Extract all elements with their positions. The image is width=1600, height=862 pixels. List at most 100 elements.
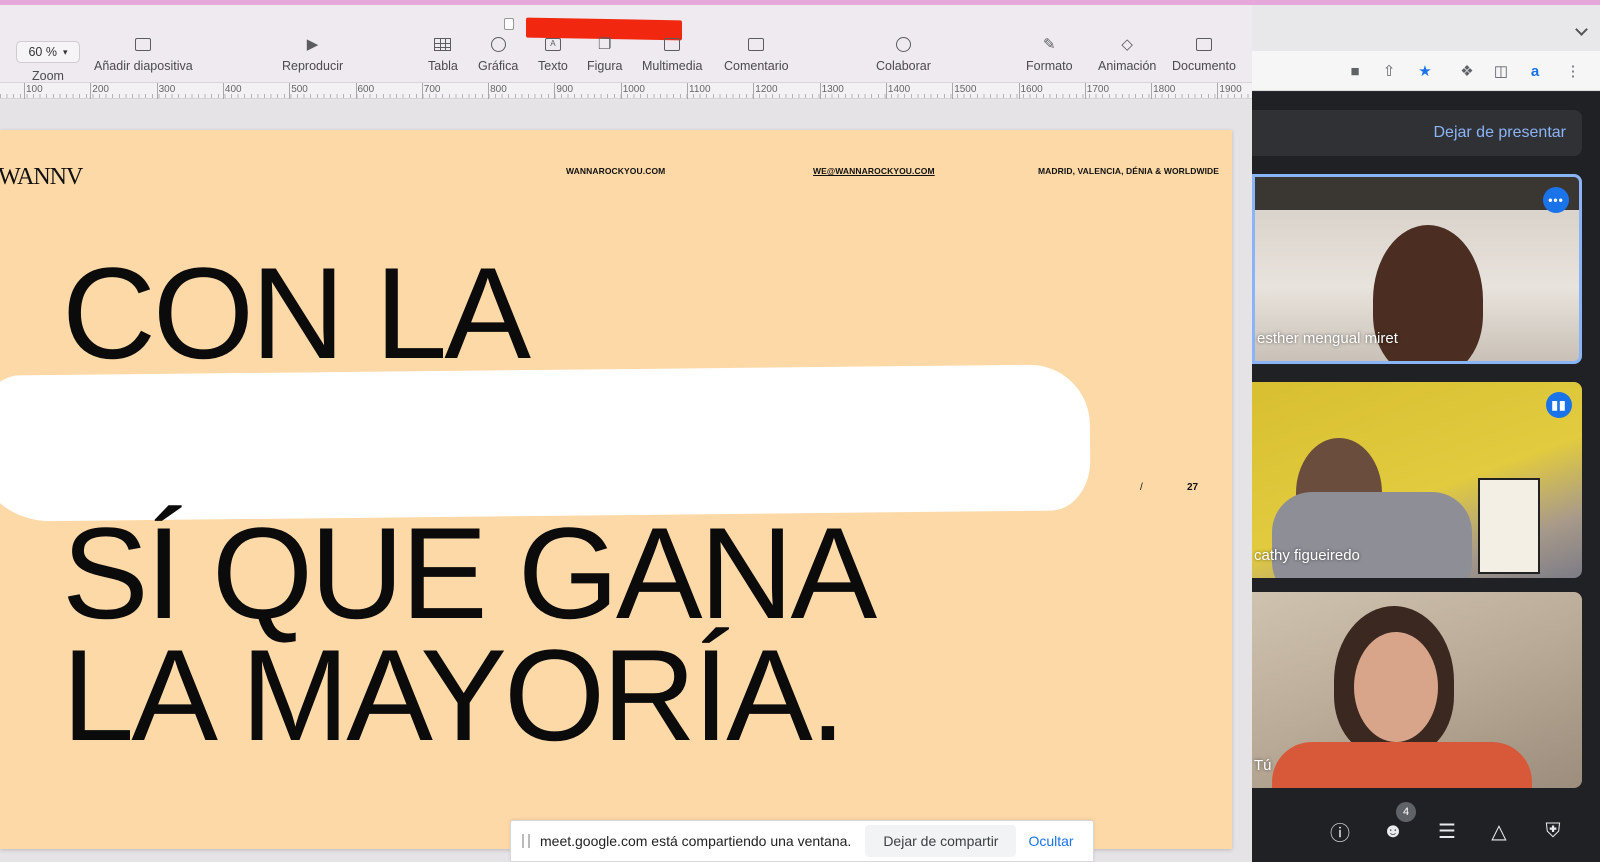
ruler-tick-label: 1600 [1020,84,1043,95]
ruler-tick-label: 600 [357,84,375,95]
ruler-major-tick [620,83,622,99]
slide-headline-line3: SÍ QUE GANA [62,500,877,646]
play-icon: ▶ [306,36,319,53]
ruler-tick-label: 1200 [755,84,778,95]
participant-face [1354,632,1438,742]
ruler-major-tick [885,83,887,99]
extensions-puzzle-icon[interactable]: ❖ [1458,63,1476,80]
horizontal-ruler: 100 200 300 400 500 600 700 800 900 1000 1100 1200 1… [0,83,1252,99]
ruler-tick-label: 1500 [954,84,977,95]
activities-icon[interactable]: △ [1486,818,1512,844]
shape-icon: ❐ [597,36,612,53]
slide-logo: WANNV [0,164,83,190]
ruler-tick-label: 400 [224,84,242,95]
ruler-major-tick [554,83,556,99]
shape-button[interactable]: ❐ Figura [587,35,622,73]
animate-diamond-icon: ◇ [1121,36,1133,53]
ruler-major-tick [289,83,291,99]
ruler-major-tick [488,83,490,99]
drag-handle-icon[interactable] [522,834,530,848]
stop-presenting-button[interactable]: Dejar de presentar [1252,110,1582,156]
format-button[interactable]: ✎ Formato [1026,35,1073,73]
ruler-tick-label: 100 [26,84,43,95]
ruler-tick-label: 800 [490,84,507,95]
participant-name: Tú [1254,757,1272,774]
add-slide-label: Añadir diapositiva [94,59,193,73]
slide-slash: / [1140,482,1143,493]
side-panel-icon[interactable]: ◫ [1492,63,1510,80]
share-icon[interactable]: ⇧ [1380,63,1398,80]
host-controls-shield-icon[interactable]: ⛨ [1540,818,1566,844]
participant-name: esther mengual miret [1257,330,1398,347]
slide: WANNV WANNAROCKYOU.COM WE@WANNAROCKYOU.C… [0,130,1232,849]
play-button[interactable]: ▶ Reproducir [282,35,343,73]
ruler-major-tick [1151,83,1153,99]
ruler-major-tick [819,83,821,99]
ruler-tick-label: 1900 [1219,84,1242,95]
camera-icon[interactable]: ■ [1346,63,1364,80]
document-icon [504,18,514,30]
people-icon[interactable]: ☻ [1380,818,1406,844]
zoom-select[interactable]: 60 % ▾ [16,41,80,63]
ruler-tick-label: 900 [556,84,574,95]
ruler-tick-label: 1300 [821,84,844,95]
slide-headline-line1: CON LA [62,240,531,386]
chevron-down-icon: ▾ [62,46,68,57]
more-vert-icon[interactable]: ⋮ [1564,63,1582,80]
bookmark-star-icon[interactable]: ★ [1416,63,1434,80]
document-title [504,13,514,35]
shape-label: Figura [587,59,623,73]
chart-button[interactable]: Gráfica [478,35,518,73]
collaborate-label: Colaborar [876,59,931,73]
zoom-label: Zoom [32,69,64,83]
table-label: Tabla [428,59,458,73]
ruler-major-tick [156,83,158,99]
browser-tab-strip [1252,5,1600,51]
comment-button[interactable]: Comentario [724,35,789,73]
ruler-tick-label: 1700 [1086,84,1110,95]
animate-button[interactable]: ◇ Animación [1098,35,1156,73]
ruler-major-tick [1217,83,1219,99]
speaking-indicator-icon: ▮▮ [1546,392,1572,418]
ruler-major-tick [753,83,755,99]
text-label: Texto [538,59,568,73]
chart-label: Gráfica [478,59,519,73]
extension-icon[interactable]: a [1526,63,1544,80]
ruler-tick-label: 500 [291,84,308,95]
ruler-major-tick [1018,83,1020,99]
ruler-major-tick [222,83,224,99]
collaborate-button[interactable]: Colaborar [876,35,931,73]
participant-tile-self[interactable]: Tú [1252,592,1582,788]
participant-tile-2[interactable]: ▮▮ cathy figueiredo [1252,382,1582,578]
document-label: Documento [1172,59,1236,73]
paintbrush-icon: ✎ [1042,36,1056,53]
chevron-down-icon[interactable] [1575,23,1588,36]
document-button[interactable]: Documento [1172,35,1236,73]
info-icon[interactable]: ⓘ [1327,818,1353,845]
ruler-major-tick [24,83,25,99]
ruler-major-tick [90,83,92,99]
zoom-label-text: Zoom [32,69,64,83]
chat-icon[interactable]: ☰ [1434,818,1460,844]
participant-shirt [1272,742,1532,788]
keynote-window: 60 % ▾ Zoom Añadir diapositiva ▶ Reprodu… [0,0,1252,862]
add-slide-button[interactable]: Añadir diapositiva [94,35,193,73]
format-label: Formato [1026,59,1073,73]
ruler-tick-label: 1100 [689,84,711,95]
media-button[interactable]: Multimedia [642,35,702,73]
participant-tile-1[interactable]: ••• esther mengual miret [1252,174,1582,364]
text-button[interactable]: A Texto [538,35,568,73]
participant-name: cathy figueiredo [1254,547,1360,564]
zoom-value: 60 % [28,45,57,59]
stop-sharing-button[interactable]: Dejar de compartir [865,825,1017,857]
more-options-icon[interactable]: ••• [1543,187,1569,213]
ruler-major-tick [1084,83,1086,99]
keynote-toolbar: 60 % ▾ Zoom Añadir diapositiva ▶ Reprodu… [0,5,1252,83]
media-label: Multimedia [642,59,703,73]
animate-label: Animación [1098,59,1157,73]
hide-share-bar-button[interactable]: Ocultar [1028,833,1073,849]
ruler-major-tick [687,83,688,99]
ruler-tick-label: 700 [423,84,441,95]
table-button[interactable]: Tabla [428,35,458,73]
screen-share-bar: meet.google.com está compartiendo una ve… [510,820,1094,862]
